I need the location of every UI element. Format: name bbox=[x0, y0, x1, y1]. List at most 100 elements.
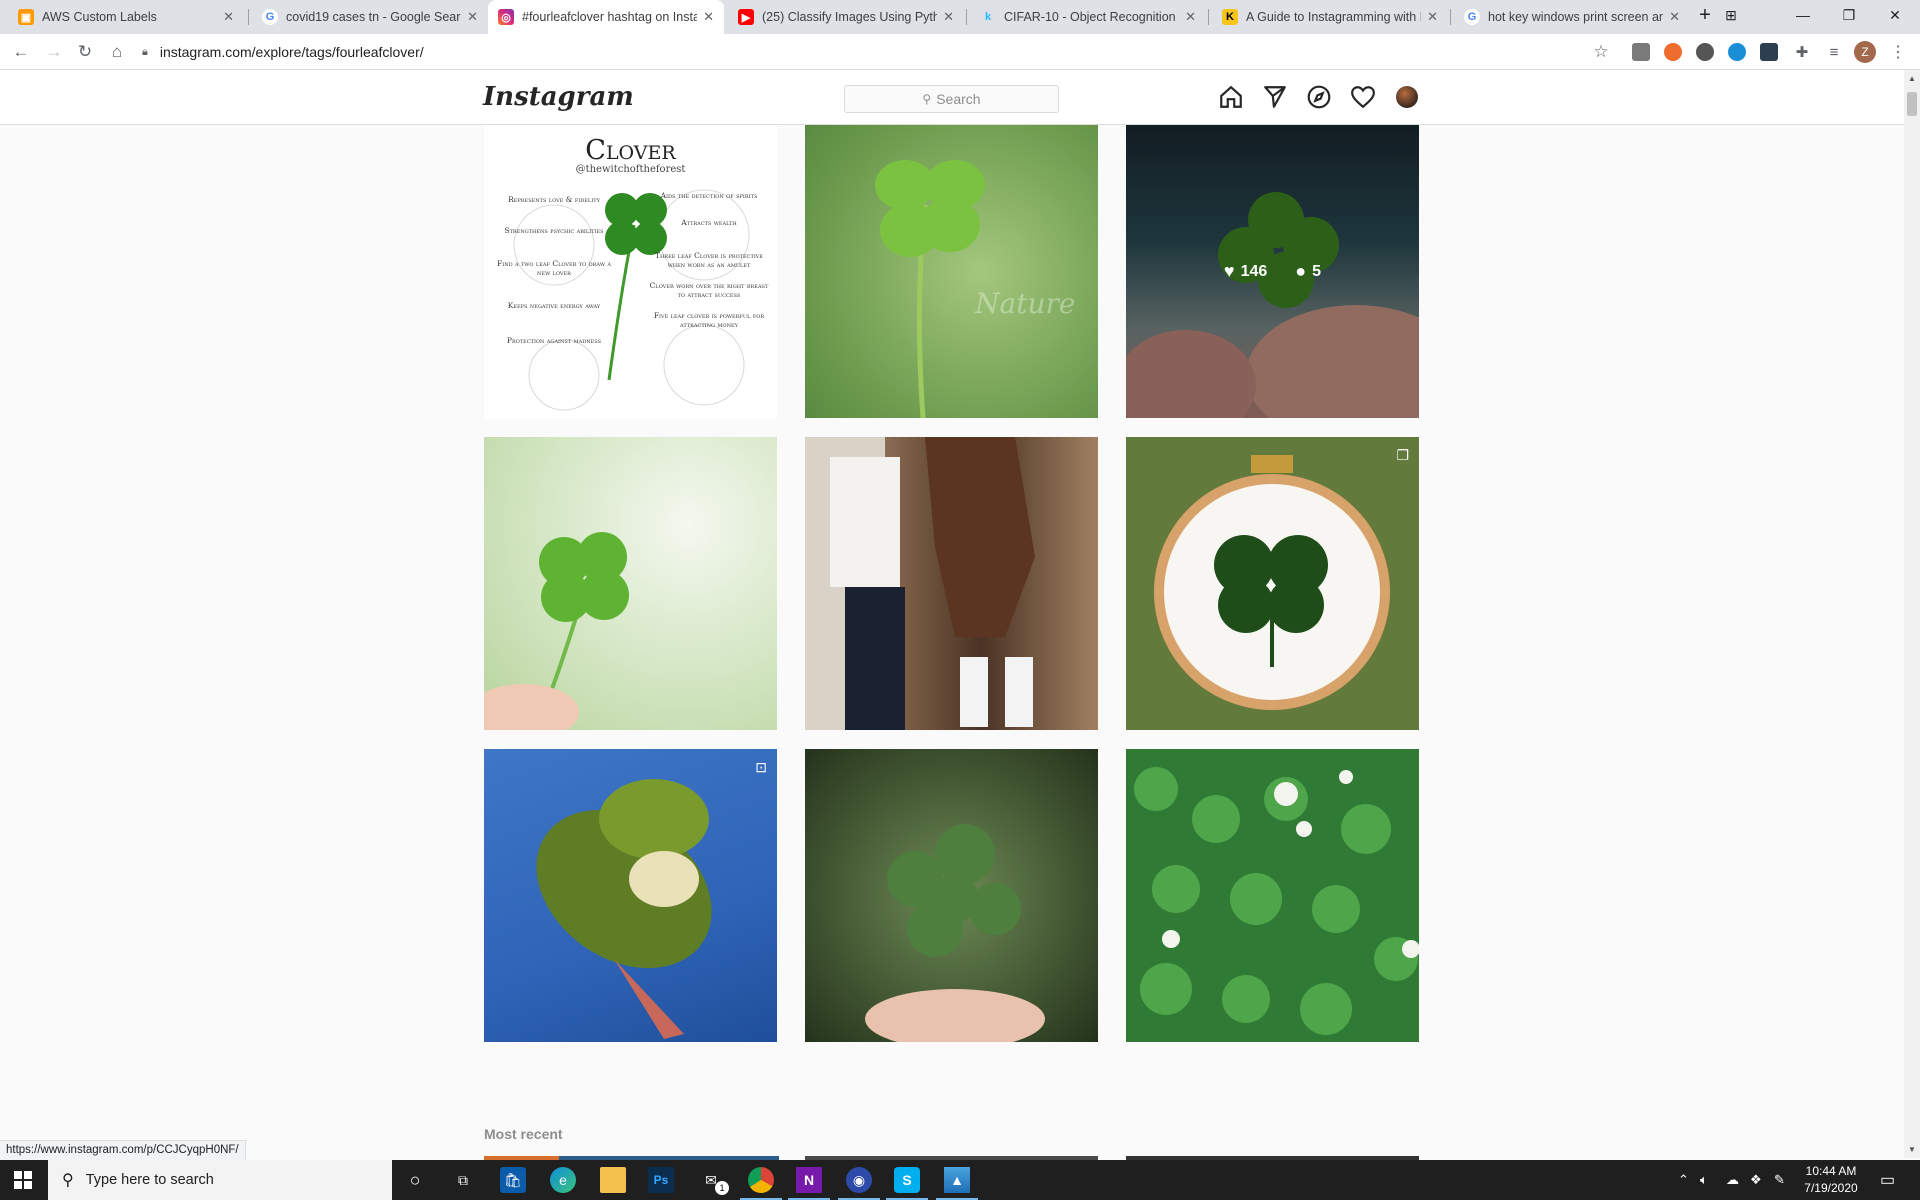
scroll-down-arrow-icon[interactable]: ▼ bbox=[1908, 1145, 1916, 1154]
tab-youtube-classify-images[interactable]: ▶ (25) Classify Images Using Pytho ✕ bbox=[728, 0, 964, 34]
address-bar[interactable]: 🔒︎ instagram.com/explore/tags/fourleafcl… bbox=[142, 37, 1652, 67]
store-icon[interactable]: 🛍︎ bbox=[500, 1167, 526, 1193]
comments-count: 5 bbox=[1312, 262, 1322, 280]
post-clover-infographic[interactable]: Clover @thewitchoftheforest Represents l… bbox=[484, 125, 777, 418]
window-layout-icon[interactable]: ⊞ bbox=[1716, 0, 1746, 30]
edge-browser-icon[interactable]: e bbox=[550, 1167, 576, 1193]
extension-dark-icon[interactable] bbox=[1760, 43, 1778, 61]
extension-orange-icon[interactable] bbox=[1664, 43, 1682, 61]
extension-circle-icon[interactable] bbox=[1696, 43, 1714, 61]
direct-message-icon[interactable] bbox=[1262, 84, 1288, 110]
close-tab-icon[interactable]: ✕ bbox=[943, 9, 954, 25]
close-tab-icon[interactable]: ✕ bbox=[467, 9, 478, 25]
reading-list-icon[interactable]: ≡ bbox=[1822, 40, 1846, 64]
horse-photo bbox=[805, 437, 1035, 730]
tab-kaggle-cifar10[interactable]: k CIFAR-10 - Object Recognition in ✕ bbox=[970, 0, 1206, 34]
scroll-up-arrow-icon[interactable]: ▲ bbox=[1908, 74, 1916, 83]
post-embroidery-hoop[interactable]: ❐ bbox=[1126, 437, 1419, 730]
back-arrow-icon[interactable]: ← bbox=[9, 40, 33, 64]
post-hover-overlay[interactable]: ♥ 146 ● 5 bbox=[1126, 125, 1419, 418]
close-tab-icon[interactable]: ✕ bbox=[703, 9, 714, 25]
extension-g-icon[interactable] bbox=[1632, 43, 1650, 61]
nature-watermark: Nature bbox=[975, 287, 1076, 320]
obs-icon[interactable]: ◉ bbox=[838, 1167, 880, 1200]
page-scrollbar[interactable]: ▲ ▼ bbox=[1904, 70, 1920, 1158]
puzzle-extensions-icon[interactable]: ✚ bbox=[1790, 40, 1814, 64]
post-hand-holding-clover[interactable]: ♥ 146 ● 5 bbox=[1126, 125, 1419, 418]
tab-google-hot-key[interactable]: G hot key windows print screen an ✕ bbox=[1454, 0, 1690, 34]
close-tab-icon[interactable]: ✕ bbox=[1185, 9, 1196, 25]
clover-handle: @thewitchoftheforest bbox=[575, 164, 686, 175]
scrollbar-thumb[interactable] bbox=[1907, 92, 1917, 116]
chrome-icon[interactable] bbox=[740, 1167, 782, 1200]
mail-icon[interactable]: ✉ 1 bbox=[698, 1167, 729, 1195]
tab-guide-instagramming[interactable]: K A Guide to Instagramming with P ✕ bbox=[1212, 0, 1448, 34]
clover-note: Protection against madness bbox=[506, 336, 602, 345]
close-window-button[interactable]: ✕ bbox=[1872, 0, 1918, 30]
tab-aws-custom-labels[interactable]: ▣ AWS Custom Labels ✕ bbox=[8, 0, 244, 34]
likes-count: 146 bbox=[1240, 262, 1268, 280]
clover-note: Keeps negative energy away bbox=[507, 301, 601, 310]
instagram-logo[interactable]: Instagram bbox=[483, 82, 634, 112]
post-clover-field[interactable] bbox=[1126, 749, 1419, 1042]
onedrive-icon[interactable]: ☁ bbox=[1726, 1160, 1739, 1200]
clover-note: Five leaf clover is powerful for attract… bbox=[653, 311, 765, 329]
explore-compass-icon[interactable] bbox=[1306, 84, 1332, 110]
aws-cube-icon: ▣ bbox=[18, 9, 34, 25]
carousel-icon: ❐ bbox=[1396, 447, 1409, 463]
onenote-icon[interactable]: N bbox=[788, 1167, 830, 1200]
comment-bubble-icon: ● bbox=[1295, 261, 1307, 281]
video-camera-icon: ⊡ bbox=[755, 759, 767, 775]
taskbar-clock[interactable]: 10:44 AM 7/19/2020 bbox=[1796, 1163, 1866, 1197]
browser-toolbar: ← → ↻ ⌂ 🔒︎ instagram.com/explore/tags/fo… bbox=[0, 34, 1920, 70]
windows-start-icon[interactable] bbox=[14, 1171, 32, 1189]
task-view-icon[interactable]: ⧉ bbox=[450, 1167, 476, 1193]
photos-icon[interactable]: ▲ bbox=[936, 1167, 978, 1200]
search-input[interactable]: ⚲ Search bbox=[844, 85, 1059, 113]
clover-photo bbox=[875, 160, 985, 418]
extension-blue-icon[interactable] bbox=[1728, 43, 1746, 61]
tab-instagram-fourleafclover[interactable]: ◎ #fourleafclover hashtag on Insta ✕ bbox=[488, 0, 724, 34]
status-bar-url: https://www.instagram.com/p/CCJCyqpH0NF/ bbox=[0, 1140, 246, 1160]
heart-icon: ♥ bbox=[1223, 261, 1235, 281]
chrome-menu-icon[interactable]: ⋮ bbox=[1886, 40, 1910, 64]
browser-tab-strip: ▣ AWS Custom Labels ✕ G covid19 cases tn… bbox=[0, 0, 1920, 34]
dropbox-icon[interactable]: ❖ bbox=[1750, 1160, 1762, 1200]
post-green-clover-closeup[interactable]: Nature bbox=[805, 125, 1098, 418]
instagram-header: Instagram ⚲ Search bbox=[0, 70, 1904, 125]
volume-icon[interactable]: 🔈︎ bbox=[1700, 1160, 1708, 1200]
post-clover-bouquet[interactable] bbox=[805, 749, 1098, 1042]
likes-stat: ♥ 146 bbox=[1224, 261, 1267, 282]
notifications-icon[interactable]: ▭ bbox=[1880, 1160, 1895, 1200]
home-icon[interactable] bbox=[1218, 84, 1244, 110]
reload-icon[interactable]: ↻ bbox=[73, 40, 97, 64]
kaggle-icon: k bbox=[984, 11, 992, 23]
maximize-button[interactable]: ❐ bbox=[1826, 0, 1872, 30]
taskbar-search-box[interactable]: ⚲ Type here to search bbox=[48, 1160, 392, 1200]
home-icon[interactable]: ⌂ bbox=[105, 40, 129, 64]
close-tab-icon[interactable]: ✕ bbox=[1669, 9, 1680, 25]
post-green-bird[interactable]: ⊡ bbox=[484, 749, 777, 1042]
photoshop-icon[interactable]: Ps bbox=[648, 1167, 674, 1193]
google-icon: G bbox=[262, 9, 278, 25]
minimize-button[interactable]: — bbox=[1780, 0, 1826, 30]
close-tab-icon[interactable]: ✕ bbox=[1427, 9, 1438, 25]
post-horse-and-rider[interactable] bbox=[805, 437, 1098, 730]
post-fingers-holding-clover[interactable] bbox=[484, 437, 777, 730]
clover-note: Attracts wealth bbox=[681, 218, 737, 227]
clover-bouquet-photo bbox=[865, 824, 1045, 1042]
bookmark-star-icon[interactable]: ☆ bbox=[1589, 40, 1613, 64]
forward-arrow-icon[interactable]: → bbox=[42, 40, 66, 64]
section-title-most-recent: Most recent bbox=[484, 1126, 563, 1142]
profile-avatar[interactable]: Z bbox=[1854, 41, 1876, 63]
skype-icon[interactable]: S bbox=[886, 1167, 928, 1200]
pen-icon[interactable]: ✎ bbox=[1774, 1160, 1785, 1200]
activity-heart-icon[interactable] bbox=[1350, 84, 1376, 110]
lock-icon: 🔒︎ bbox=[142, 45, 148, 58]
cortana-icon[interactable]: ○ bbox=[402, 1167, 428, 1193]
tray-chevron-icon[interactable]: ⌃ bbox=[1678, 1160, 1689, 1200]
file-explorer-icon[interactable] bbox=[600, 1167, 626, 1193]
tab-google-search-covid[interactable]: G covid19 cases tn - Google Search ✕ bbox=[252, 0, 488, 34]
profile-avatar[interactable] bbox=[1396, 86, 1418, 108]
close-tab-icon[interactable]: ✕ bbox=[223, 9, 234, 25]
